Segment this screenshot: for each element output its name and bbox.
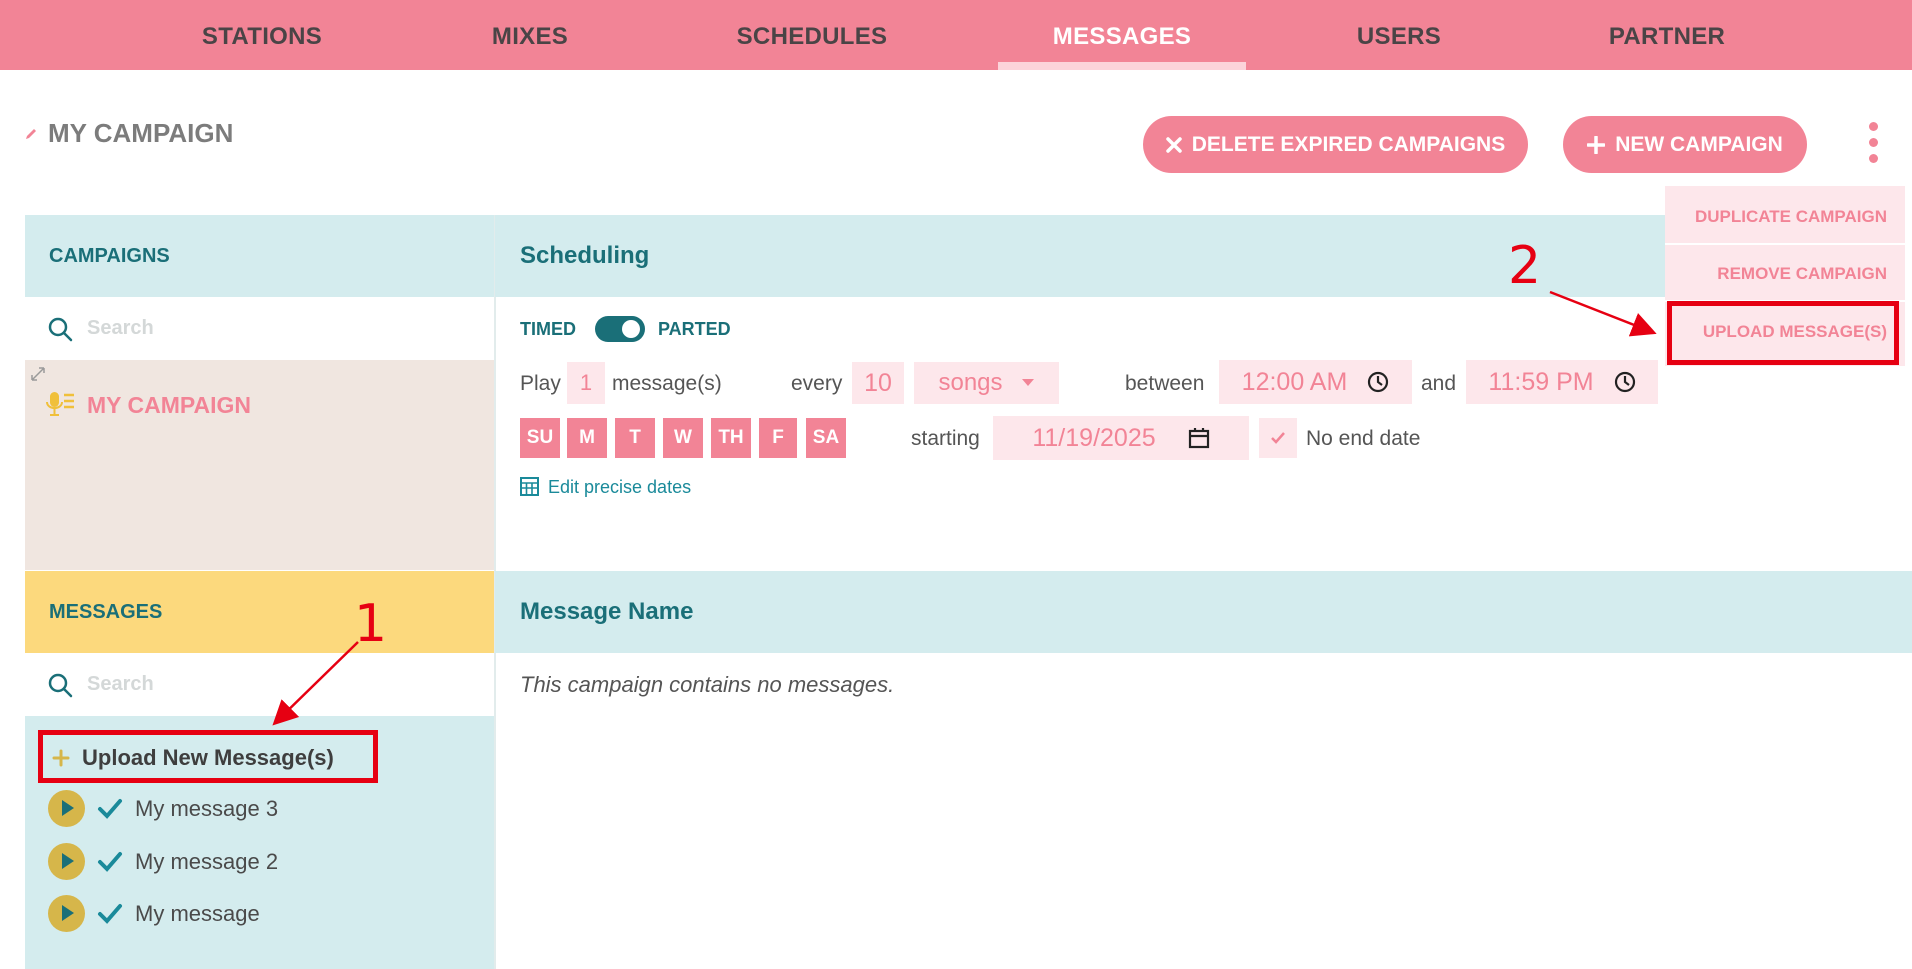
annotation-arrows: [272, 290, 1657, 726]
annotation-arrow-1: [272, 641, 359, 726]
annotation-arrow-2: [1549, 290, 1657, 337]
